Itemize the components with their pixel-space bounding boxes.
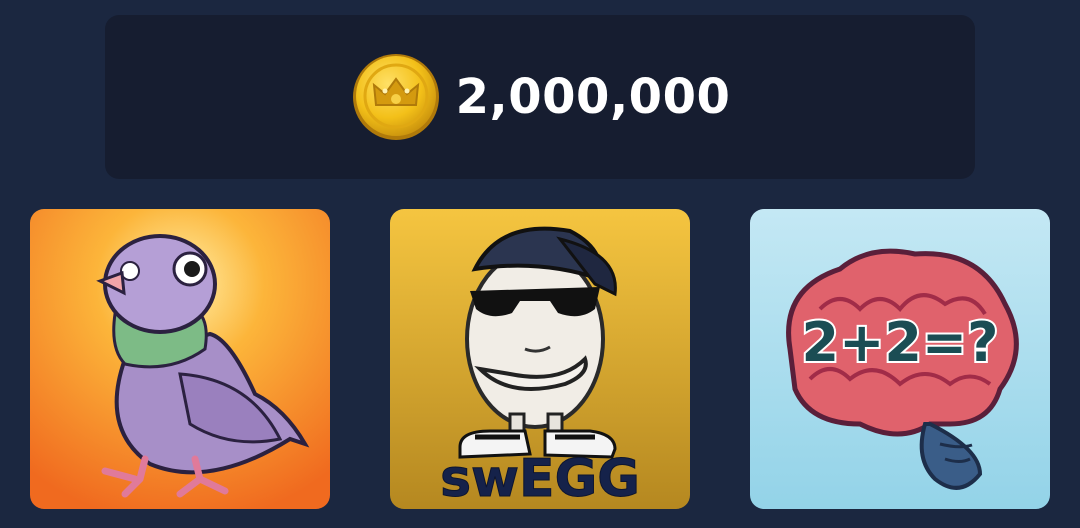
swegg-card[interactable]: swEGG: [390, 209, 690, 509]
swegg-illustration: swEGG: [390, 209, 690, 509]
pigeon-illustration: [30, 209, 330, 509]
brain-math-card[interactable]: 2+2=?: [750, 209, 1050, 509]
balance-panel: 2,000,000: [105, 15, 975, 179]
balance-amount: 2,000,000: [455, 69, 731, 125]
swegg-caption: swEGG: [440, 449, 640, 509]
brain-illustration: 2+2=?: [750, 209, 1050, 509]
crown-coin-icon: [352, 54, 439, 140]
brain-equation: 2+2=?: [802, 311, 999, 374]
pigeon-card[interactable]: [30, 209, 330, 509]
